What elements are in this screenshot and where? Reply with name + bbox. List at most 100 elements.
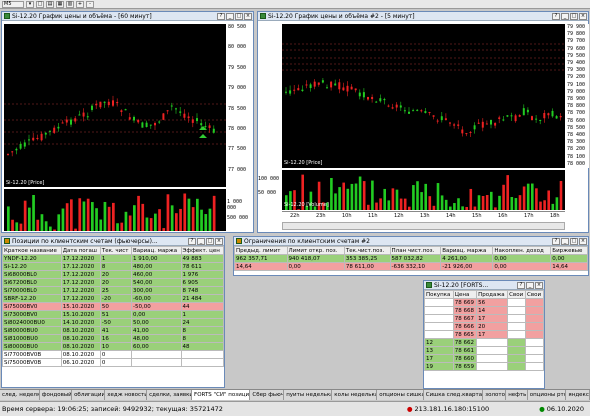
candle-body	[350, 86, 353, 90]
workspace-tab[interactable]: колы неделька	[332, 390, 378, 400]
column-header[interactable]: Лимит откр. поз.	[286, 246, 345, 255]
table-row[interactable]: 14,64 0,00 78 611,00 -636 332,10 -21 926,00 0…	[234, 262, 588, 271]
column-header[interactable]: Биржевые	[550, 246, 588, 255]
candle-body	[420, 110, 423, 112]
column-header[interactable]: План чист.поз.	[389, 246, 442, 255]
table-row[interactable]: Si68000BL0 17.12.2020 20 460,00 1 976	[2, 270, 225, 279]
toolbar-button[interactable]: ▦	[56, 0, 64, 8]
status-date: 06.10.2020	[546, 405, 584, 413]
workspace-tab[interactable]: яндекс	[566, 390, 590, 400]
table-row[interactable]: 17 78 660	[424, 354, 544, 363]
workspace-tab[interactable]: след. неделя	[0, 390, 40, 400]
toolbar-button[interactable]: ▾	[26, 0, 34, 8]
workspace-tab[interactable]: нефть	[506, 390, 528, 400]
help-button[interactable]: ?	[552, 237, 560, 245]
close-button[interactable]: ×	[244, 12, 252, 20]
toolbar-button[interactable]: ▤	[46, 0, 54, 8]
column-header[interactable]: Свои	[525, 290, 544, 299]
table-cell: Si8024000BU0	[2, 318, 62, 327]
help-button[interactable]: ?	[217, 12, 225, 20]
table-row[interactable]: 13 78 661	[424, 346, 544, 355]
table-row[interactable]: Si75000BV0 15.10.2020 50 -50,00 44	[2, 302, 225, 311]
table-cell	[424, 298, 454, 307]
column-header[interactable]: Цена	[452, 290, 478, 299]
minimize-button[interactable]: _	[561, 12, 569, 20]
workspace-tab[interactable]: FORTS "СИ" позиции	[192, 390, 251, 400]
help-button[interactable]: ?	[517, 281, 525, 289]
table-row[interactable]: Si80000BU0 08.10.2020 10 60,00 48	[2, 342, 225, 351]
volume-bar	[526, 183, 530, 210]
help-button[interactable]: ?	[552, 12, 560, 20]
column-header[interactable]: Свои	[507, 290, 527, 299]
minimize-button[interactable]: _	[197, 237, 205, 245]
toolbar-button[interactable]: □	[36, 0, 44, 8]
column-header[interactable]: Дата погаш	[60, 246, 101, 255]
table-cell: Si-12.20	[2, 262, 62, 271]
column-header[interactable]: Покупка	[424, 290, 454, 299]
workspace-tab[interactable]: золото	[483, 390, 507, 400]
table-row[interactable]: 78 665 17	[424, 330, 544, 339]
toolbar-button[interactable]: -	[86, 0, 94, 8]
table-row[interactable]: 78 666 20	[424, 322, 544, 331]
column-header[interactable]: Вариац. маржа	[130, 246, 182, 255]
table-cell: -21 926,00	[440, 262, 494, 271]
price-chart[interactable]: Si-12.20 [Price]	[282, 24, 565, 168]
minimize-button[interactable]: _	[561, 237, 569, 245]
close-button[interactable]: ×	[215, 237, 223, 245]
horizontal-scrollbar[interactable]	[282, 222, 565, 230]
column-header[interactable]: Тек. чист	[99, 246, 132, 255]
table-row[interactable]: 962 357,71 940 418,07 353 385,25 587 032,82…	[234, 254, 588, 263]
column-header[interactable]: Тек.чист.поз.	[343, 246, 391, 255]
table-row[interactable]: Si80000BU0 08.10.2020 41 41,00 8	[2, 326, 225, 335]
workspace-tab[interactable]: хедж новости	[105, 390, 148, 400]
table-row[interactable]: Si8024000BU0 14.10.2020 -50 50,00 24	[2, 318, 225, 327]
workspace-tab[interactable]: опционы ртс	[528, 390, 567, 400]
interval-combo[interactable]: M5	[2, 0, 24, 8]
volume-chart[interactable]: Si-12.20 [Volume]	[282, 170, 565, 210]
close-button[interactable]: ×	[535, 281, 543, 289]
workspace-tab[interactable]: облигации	[72, 390, 106, 400]
workspace-tab[interactable]: Сишка след.квартал	[424, 390, 484, 400]
table-row[interactable]: Si77000BV0B 08.10.2020 0	[2, 350, 225, 359]
table-row[interactable]: 78 667 17	[424, 314, 544, 323]
table-row[interactable]: Si70000BL0 17.12.2020 25 300,00 8 748	[2, 286, 225, 295]
toolbar-button[interactable]: +	[76, 0, 84, 8]
maximize-button[interactable]: □	[570, 12, 578, 20]
column-header[interactable]: Вариац. маржа	[440, 246, 494, 255]
maximize-button[interactable]: □	[570, 237, 578, 245]
table-row[interactable]: 19 78 659	[424, 362, 544, 371]
maximize-button[interactable]: □	[206, 237, 214, 245]
close-button[interactable]: ×	[579, 12, 587, 20]
table-row[interactable]: Si73000BV0 15.10.2020 51 0,00 1	[2, 310, 225, 319]
workspace-tab[interactable]: фондовый	[40, 390, 73, 400]
workspace-tab[interactable]: опционы сишка	[377, 390, 424, 400]
table-row[interactable]: SBRF-12.20 17.12.2020 -20 -60,00 21 484	[2, 294, 225, 303]
table-row[interactable]: YNDF-12.20 17.12.2020 1 1 910,00 49 883	[2, 254, 225, 263]
table-cell: 78 661	[452, 346, 478, 355]
column-header[interactable]: Эффект. цен	[180, 246, 225, 255]
table-cell: -50	[99, 318, 132, 327]
workspace-tab[interactable]: сделки, заявки	[147, 390, 193, 400]
table-row[interactable]: 78 668 14	[424, 306, 544, 315]
price-chart[interactable]: Si-12.20 [Price]	[4, 24, 226, 187]
table-row[interactable]: 12 78 662	[424, 338, 544, 347]
column-header[interactable]: Продажа	[476, 290, 509, 299]
help-button[interactable]: ?	[188, 237, 196, 245]
minimize-button[interactable]: _	[526, 281, 534, 289]
table-row[interactable]: Si67200BL0 17.12.2020 20 540,00 6 905	[2, 278, 225, 287]
table-row[interactable]: Si-12.20 17.12.2020 8 480,00 78 611	[2, 262, 225, 271]
volume-chart[interactable]	[4, 189, 226, 231]
toolbar-button[interactable]: ▥	[66, 0, 74, 8]
minimize-button[interactable]: _	[226, 12, 234, 20]
volume-bar	[543, 200, 546, 210]
workspace-tab[interactable]: Сбер фьюч	[250, 390, 285, 400]
column-header[interactable]: Накоплен. доход	[492, 246, 552, 255]
column-header[interactable]: Предыд. лимит	[234, 246, 288, 255]
close-button[interactable]: ×	[579, 237, 587, 245]
table-row[interactable]: Si75000BV0B 06.10.2020 0	[2, 358, 225, 367]
table-row[interactable]: 78 669 56	[424, 298, 544, 307]
maximize-button[interactable]: □	[235, 12, 243, 20]
column-header[interactable]: Краткое название	[2, 246, 62, 255]
workspace-tab[interactable]: пуиты неделька	[284, 390, 333, 400]
table-row[interactable]: Si81000BU0 08.10.2020 16 48,00 8	[2, 334, 225, 343]
